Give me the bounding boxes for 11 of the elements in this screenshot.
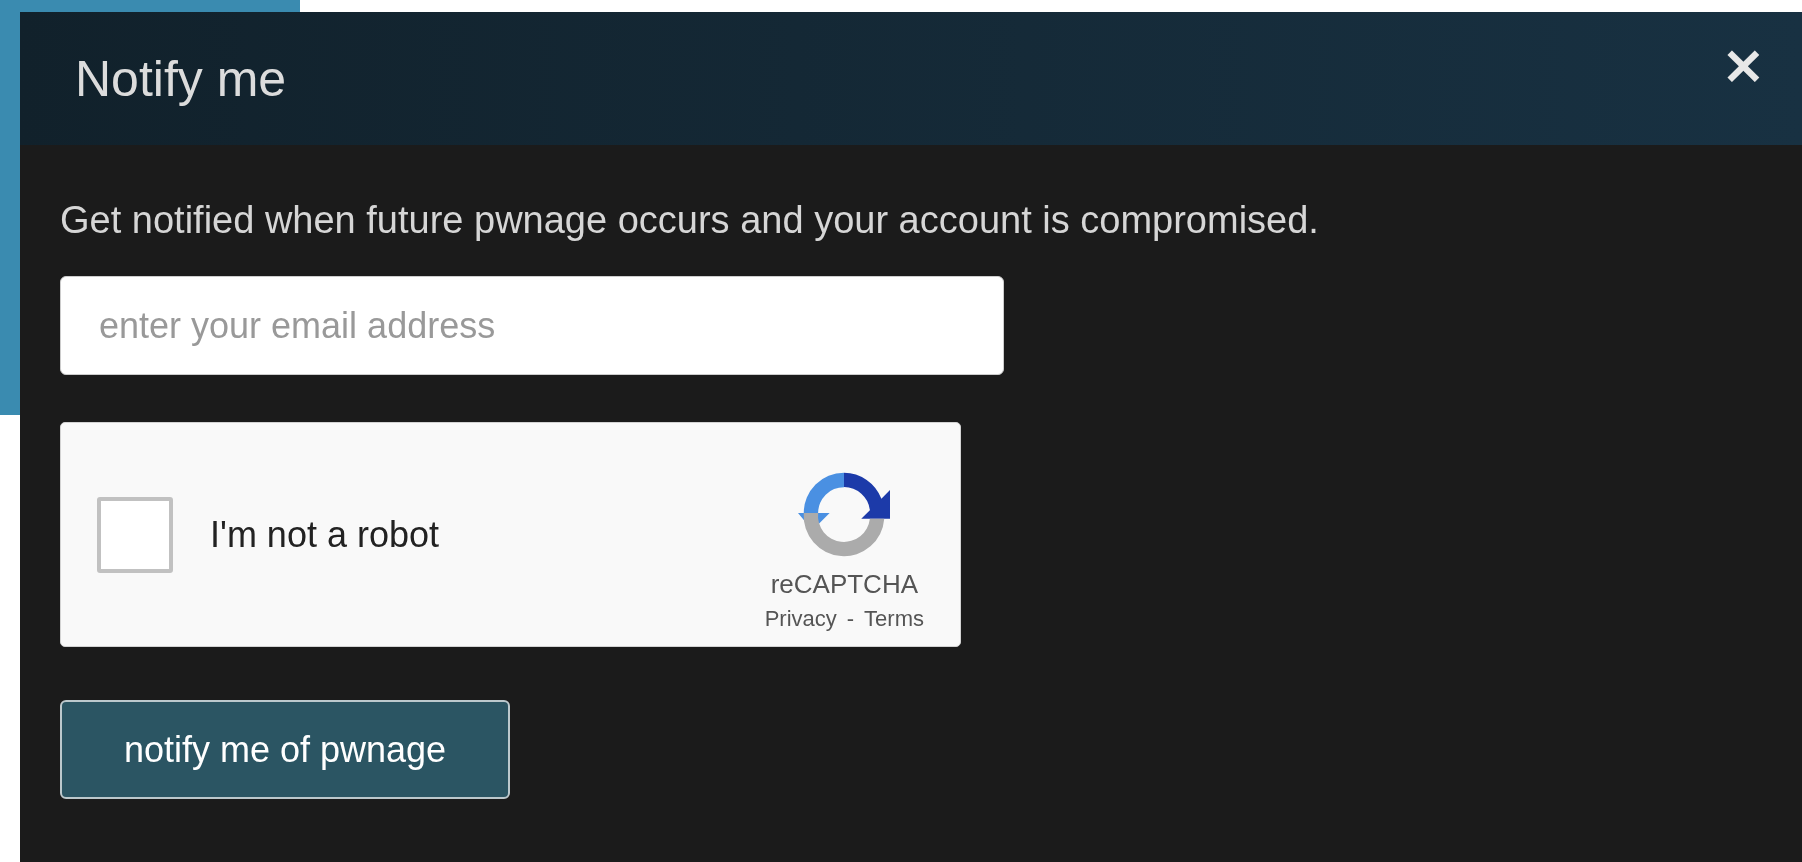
terms-link[interactable]: Terms (864, 606, 924, 632)
checkbox[interactable] (97, 496, 173, 573)
checkbox-label: I'm not a robot (210, 513, 440, 556)
close-button[interactable]: × (1714, 38, 1772, 92)
submit-button[interactable]: notify me of pwnage (60, 700, 510, 799)
email-field[interactable]: enter your email address (60, 276, 1004, 375)
description-text: Get notified when future pwnage occurs and your account is compromised. (60, 199, 1319, 242)
separator-text: - (846, 606, 855, 632)
recaptcha-label: reCAPTCHA (770, 569, 918, 600)
privacy-link[interactable]: Privacy (764, 606, 837, 632)
modal-title: Notify me (75, 49, 287, 108)
